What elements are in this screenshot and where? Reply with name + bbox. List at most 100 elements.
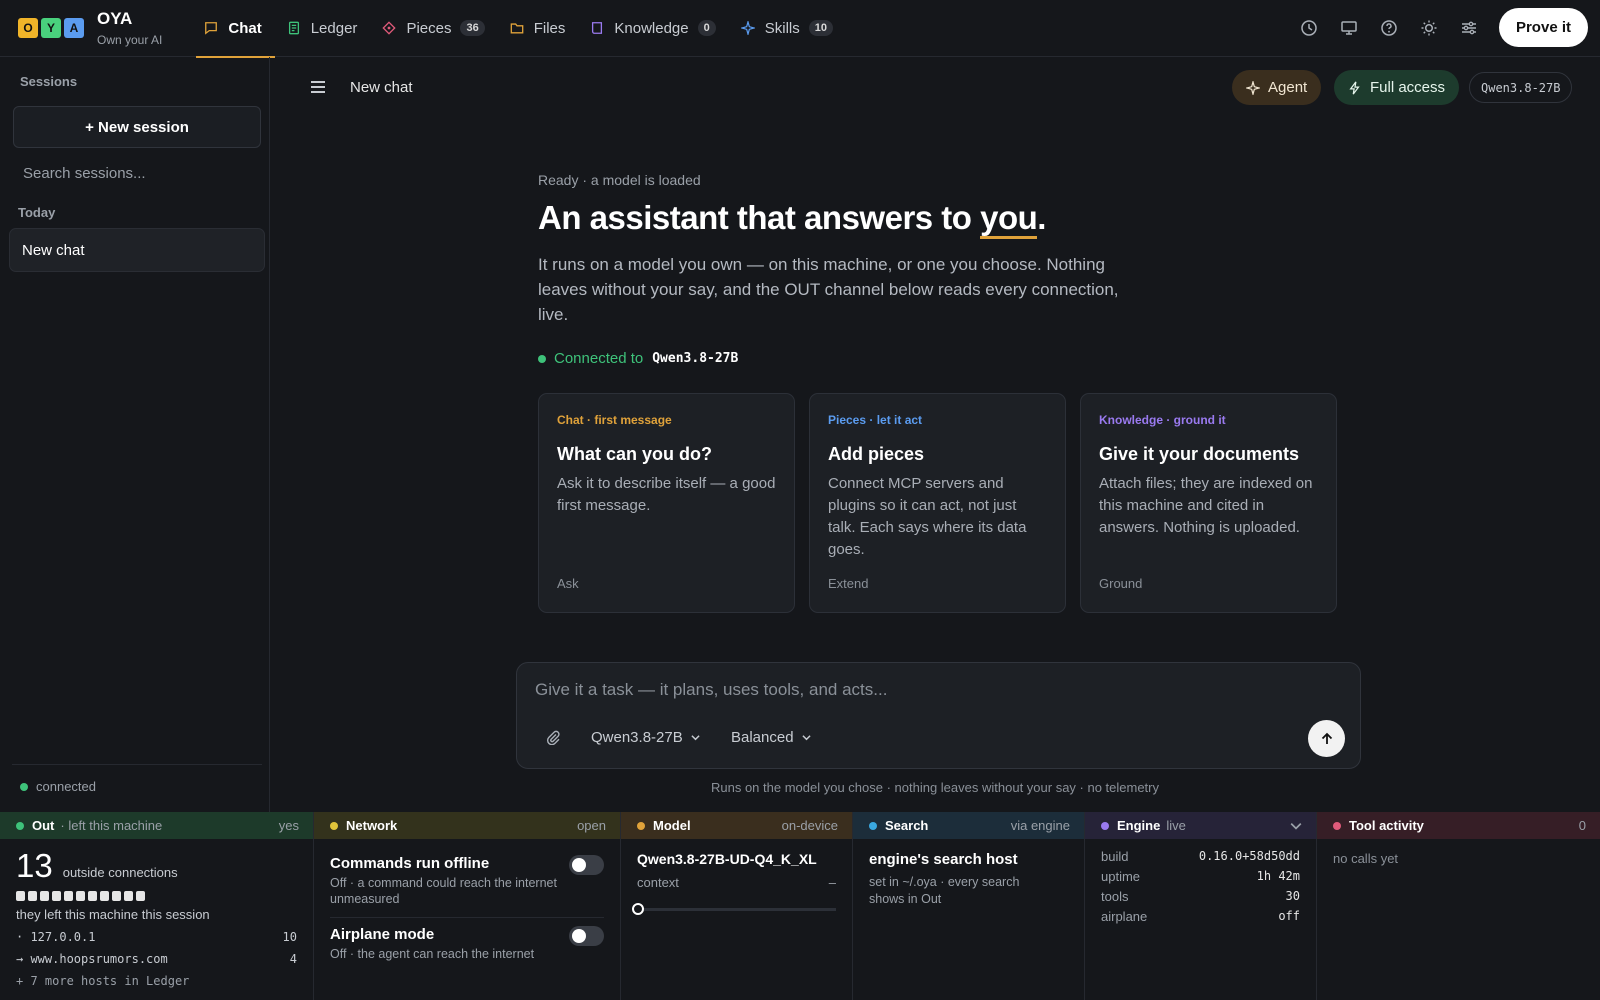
monitor-icon[interactable] [1339,18,1359,38]
offline-commands-toggle[interactable] [569,855,604,875]
kv-key: uptime [1101,869,1141,884]
sun-icon[interactable] [1419,18,1439,38]
toggle-description: Off · a command could reach the internet… [330,876,557,906]
menu-icon[interactable] [311,81,325,93]
logo-tile-o: O [18,18,38,38]
sessions-sidebar: Sessions + New session Search sessions..… [0,57,270,812]
chevron-down-icon [691,735,700,741]
connection-square [100,891,109,901]
out-note: they left this machine this session [16,907,210,922]
agent-mode-label: Agent [1268,79,1308,96]
connection-squares [16,891,297,901]
card-action: Ask [557,576,579,591]
engine-uptime-row: uptime 1h 42m [1101,869,1300,884]
brand-name: OYA [97,9,133,28]
logo[interactable]: O Y A OYA Own your AI [18,9,162,47]
connected-status: Connected to Qwen3.8-27B [538,350,738,367]
search-panel: Search via engine engine's search host s… [853,812,1085,1000]
nav-chat[interactable]: Chat [192,0,276,58]
tool-activity-title: Tool activity [1349,818,1424,833]
card-body: Attach files; they are indexed on this m… [1099,475,1313,536]
ledger-icon [288,21,299,35]
starter-card-pieces[interactable]: Pieces · let it act Add pieces Connect M… [809,393,1066,613]
paperclip-icon[interactable] [545,729,561,745]
context-knob[interactable] [632,903,644,915]
connection-square [76,891,85,901]
host-name: → www.hoopsrumors.com [16,952,168,966]
engine-panel-subtitle: live [1166,818,1186,833]
help-icon[interactable] [1379,18,1399,38]
chevron-down-icon[interactable] [1290,820,1302,832]
host-row[interactable]: → www.hoopsrumors.com 4 [16,952,297,966]
chat-title: New chat [350,79,413,96]
connection-square [124,891,133,901]
network-panel: Network open Commands run offline Off · … [314,812,621,1000]
main-nav: Chat Ledger Pieces 36 Files Knowledge 0 … [192,0,846,58]
task-input[interactable]: Give it a task — it plans, uses tools, a… [535,680,887,700]
mode-select[interactable]: Balanced [731,729,811,746]
model-select[interactable]: Qwen3.8-27B [591,729,700,746]
host-count: 4 [289,952,297,966]
book-icon [592,22,603,34]
out-count-label: outside connections [62,865,178,880]
nav-skills-badge: 10 [808,20,834,36]
kv-key: tools [1101,889,1129,904]
nav-knowledge[interactable]: Knowledge 0 [578,0,728,57]
nav-files[interactable]: Files [498,0,579,57]
session-search-input[interactable]: Search sessions... [23,165,146,182]
context-label: context [637,875,679,890]
card-title: Add pieces [828,444,925,464]
out-dot [16,821,24,830]
send-button[interactable] [1308,720,1345,757]
model-panel-header[interactable]: Model on-device [621,812,852,839]
network-panel-header[interactable]: Network open [314,812,620,839]
host-row[interactable]: · 127.0.0.1 10 [16,930,297,944]
nav-pieces[interactable]: Pieces 36 [370,0,497,57]
host-count: 10 [282,930,297,944]
top-bar: O Y A OYA Own your AI Chat Ledger Pieces… [0,0,1600,58]
engine-panel-title: Engine [1117,818,1161,833]
ready-status: Ready · a model is loaded [538,172,701,188]
nav-skills[interactable]: Skills 10 [729,0,846,57]
new-session-button[interactable]: + New session [13,106,261,148]
connection-square [88,891,97,901]
tool-activity-header[interactable]: Tool activity 0 [1317,812,1600,839]
engine-dot [1101,821,1109,830]
kv-key: airplane [1101,909,1148,924]
model-select-value: Qwen3.8-27B [591,729,683,746]
model-panel: Model on-device Qwen3.8-27B-UD-Q4_K_XL c… [621,812,853,1000]
starter-card-chat[interactable]: Chat · first message What can you do? As… [538,393,795,613]
settings-sliders-icon[interactable] [1459,18,1479,38]
search-panel-header[interactable]: Search via engine [853,812,1084,839]
sessions-title: Sessions [20,74,78,89]
connection-square [112,891,121,901]
model-panel-state: on-device [781,818,838,833]
card-kicker: Knowledge · ground it [1099,413,1226,427]
airplane-mode-toggle[interactable] [569,926,604,946]
card-title: What can you do? [557,444,712,464]
hero-title-emphasis: you [980,199,1038,239]
tool-activity-panel: Tool activity 0 no calls yet [1317,812,1600,1000]
history-icon[interactable] [1299,18,1319,38]
nav-ledger[interactable]: Ledger [275,0,371,57]
model-badge[interactable]: Qwen3.8-27B [1469,72,1573,103]
prove-it-button[interactable]: Prove it [1498,8,1588,47]
host-name: · 127.0.0.1 [16,930,96,944]
out-panel-state: yes [278,818,299,833]
full-access-button[interactable]: Full access [1334,70,1460,105]
engine-panel-header[interactable]: Engine live [1085,812,1316,839]
card-body: Connect MCP servers and plugins so it ca… [828,475,1027,558]
engine-panel: Engine live build 0.16.0+58d50dd uptime 1h… [1085,812,1317,1000]
session-item[interactable]: New chat [9,228,265,272]
starter-card-knowledge[interactable]: Knowledge · ground it Give it your docum… [1080,393,1337,613]
out-panel-header[interactable]: Out · left this machine yes [0,812,313,839]
engine-airplane-row: airplane off [1101,909,1300,924]
logo-tile-a: A [64,18,84,38]
outside-connections-count: 13 outside connections [16,847,297,885]
search-panel-title: Search [885,818,929,833]
more-hosts-link[interactable]: + 7 more hosts in Ledger [16,974,297,988]
connection-square [64,891,73,901]
agent-mode-button[interactable]: Agent [1232,70,1322,105]
nav-files-label: Files [533,19,566,37]
model-dot [637,821,645,830]
